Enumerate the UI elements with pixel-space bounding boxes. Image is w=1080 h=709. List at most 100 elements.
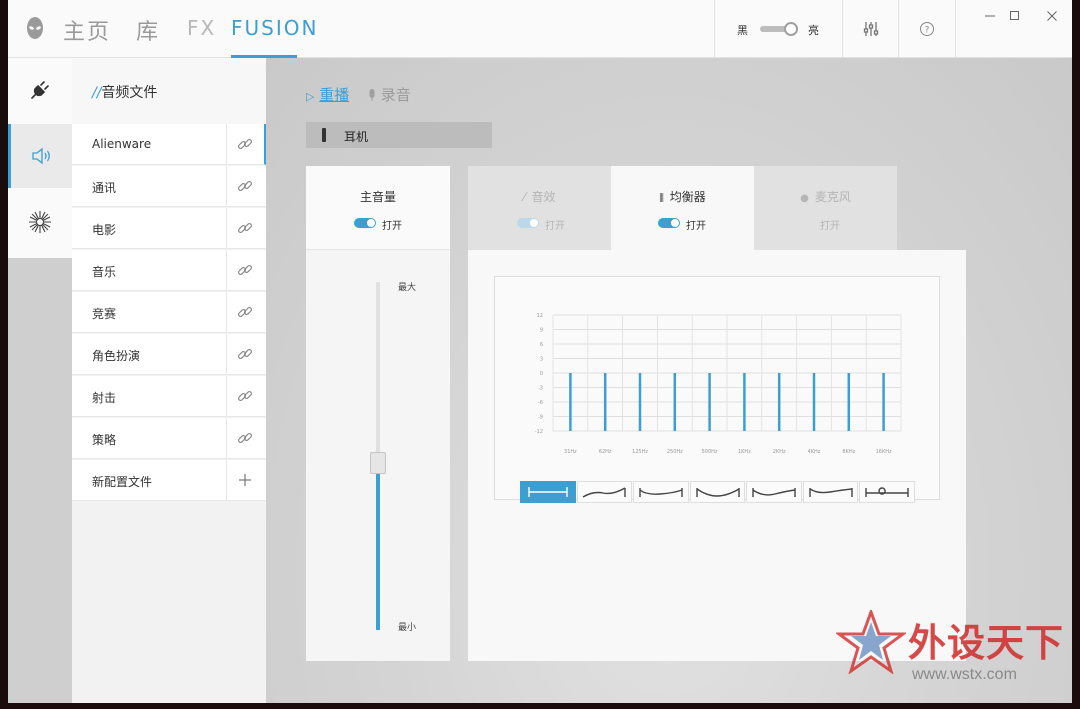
top-bar: 主页 库 FX FUSION 黑 亮 ? <box>8 0 1072 58</box>
equalizer-presets <box>520 481 916 503</box>
link-icon[interactable] <box>236 387 254 405</box>
link-icon[interactable] <box>236 345 254 363</box>
plus-icon[interactable] <box>236 471 254 489</box>
preset-rock-icon <box>808 488 853 497</box>
preset-vshape-icon <box>695 488 740 497</box>
equalizer-graph[interactable]: 12 9 6 3 0 -3 -6 -9 -12 31Hz 62Hz 125Hz 250Hz 500Hz 1K… <box>495 277 941 501</box>
audio-profile-list: //音频文件 Alienware 通讯电影音乐竞赛角色扮演射击策略新配置文件 <box>72 58 266 703</box>
profile-item-label: 竞赛 <box>92 307 117 321</box>
profile-item-label: 新配置文件 <box>92 475 153 489</box>
equalizer-settings-icon[interactable] <box>862 20 880 38</box>
profile-item-label: 策略 <box>92 433 117 447</box>
eq-y-tick-label: -9 <box>538 415 543 421</box>
link-icon[interactable] <box>236 261 254 279</box>
equalizer-sliders-icon: ⫼ <box>659 193 664 204</box>
profile-item[interactable]: Alienware <box>72 124 266 165</box>
theme-light-label: 亮 <box>808 24 819 37</box>
tab-sound-effects[interactable]: ⁄ 音效 打开 <box>468 166 611 250</box>
alienware-logo-icon[interactable] <box>26 16 44 42</box>
eq-preset-button[interactable] <box>689 481 746 503</box>
svg-text:?: ? <box>925 26 930 36</box>
eq-band-label: 250Hz <box>667 449 683 455</box>
master-volume-title: 主音量 <box>359 190 396 204</box>
preset-flat-icon <box>528 487 568 497</box>
rail-item-power[interactable] <box>8 58 72 122</box>
eq-preset-button[interactable] <box>576 481 633 503</box>
maximize-icon[interactable] <box>1009 10 1021 22</box>
equalizer-panel: 12 9 6 3 0 -3 -6 -9 -12 31Hz 62Hz 125Hz 250Hz 500Hz 1K… <box>468 250 966 661</box>
eq-preset-button[interactable] <box>633 481 689 503</box>
help-icon[interactable]: ? <box>919 21 935 37</box>
eq-preset-button[interactable] <box>859 481 916 503</box>
link-icon[interactable] <box>236 429 254 447</box>
preset-bass-icon <box>582 487 627 498</box>
profile-item[interactable]: 角色扮演 <box>72 334 266 375</box>
eq-preset-button[interactable] <box>802 481 859 503</box>
profile-item-label: 电影 <box>92 223 117 237</box>
tab-equalizer[interactable]: ⫼ 均衡器 打开 <box>611 166 754 250</box>
profile-list-title: //音频文件 <box>92 85 158 101</box>
rail-item-audio[interactable] <box>8 124 72 188</box>
eq-y-tick-label: 3 <box>540 357 543 363</box>
nav-library[interactable]: 库 <box>136 14 160 46</box>
link-icon[interactable] <box>236 219 254 237</box>
link-icon[interactable] <box>236 303 254 321</box>
master-volume-slider-fill <box>376 466 380 630</box>
eq-y-tick-label: -12 <box>535 429 543 435</box>
profile-item[interactable]: 策略 <box>72 418 266 459</box>
profile-item[interactable]: 射击 <box>72 376 266 417</box>
profile-item-label: 射击 <box>92 391 117 405</box>
left-rail <box>8 58 72 258</box>
close-icon[interactable] <box>1046 10 1058 22</box>
tab-playback[interactable]: ▷ 重播 <box>306 84 349 105</box>
profile-item-label: 角色扮演 <box>92 349 141 363</box>
eq-band-label: 125Hz <box>632 449 648 455</box>
eq-preset-button[interactable] <box>520 481 576 503</box>
microphone-icon: ● <box>800 193 809 204</box>
nav-home[interactable]: 主页 <box>63 14 111 46</box>
nav-fx[interactable]: FX <box>187 16 216 40</box>
tab-recording[interactable]: 录音 <box>368 84 411 105</box>
eq-band-label: 8KHz <box>842 449 855 455</box>
eq-y-tick-label: -3 <box>538 386 543 392</box>
equalizer-toggle[interactable] <box>658 218 680 228</box>
link-icon[interactable] <box>236 135 254 153</box>
eq-band-label: 500Hz <box>702 449 718 455</box>
profile-item-label: 音乐 <box>92 265 117 279</box>
minimize-icon[interactable] <box>984 10 996 22</box>
volume-min-label: 最小 <box>398 623 417 633</box>
profile-item[interactable]: 竞赛 <box>72 292 266 333</box>
headphone-jack-icon <box>322 128 326 142</box>
device-selector[interactable]: 耳机 <box>306 122 492 148</box>
profile-item[interactable]: 新配置文件 <box>72 460 266 501</box>
master-volume-slider-handle[interactable] <box>370 452 386 475</box>
wand-icon: ⁄ <box>523 190 526 204</box>
watermark-star-logo-icon <box>836 610 906 674</box>
profile-item[interactable]: 电影 <box>72 208 266 249</box>
preset-treble-icon <box>752 488 796 497</box>
eq-band-label: 31Hz <box>564 449 577 455</box>
eq-y-tick-label: 12 <box>537 313 543 319</box>
profile-item-label: 通讯 <box>92 181 117 195</box>
equalizer-chart: 12 9 6 3 0 -3 -6 -9 -12 31Hz 62Hz 125Hz 250Hz 500Hz 1K… <box>494 276 940 500</box>
eq-band-label: 2KHz <box>773 449 786 455</box>
power-plug-icon <box>31 81 49 99</box>
mic-icon <box>369 89 375 101</box>
master-volume-toggle[interactable] <box>354 218 376 228</box>
profile-item[interactable]: 音乐 <box>72 250 266 291</box>
profile-item[interactable]: 通讯 <box>72 166 266 207</box>
watermark-text: 外设天下 <box>908 621 1065 665</box>
tab-microphone[interactable]: ● 麦克风 打开 <box>754 166 897 250</box>
rail-item-lighting[interactable] <box>8 190 72 254</box>
volume-max-label: 最大 <box>398 283 417 293</box>
sound-effects-toggle[interactable] <box>517 218 539 228</box>
link-icon[interactable] <box>236 177 254 195</box>
app-window: 主页 库 FX FUSION 黑 亮 ? //音频文件 Alienware 通讯… <box>8 0 1072 703</box>
eq-preset-button[interactable] <box>746 481 802 503</box>
master-volume-panel: 主音量 打开 最大 最小 <box>306 166 450 661</box>
eq-y-tick-label: 9 <box>540 328 543 334</box>
theme-toggle-knob[interactable] <box>784 22 798 36</box>
eq-y-tick-label: 0 <box>540 371 543 377</box>
nav-fusion[interactable]: FUSION <box>231 16 318 40</box>
theme-dark-label: 黑 <box>737 24 748 37</box>
